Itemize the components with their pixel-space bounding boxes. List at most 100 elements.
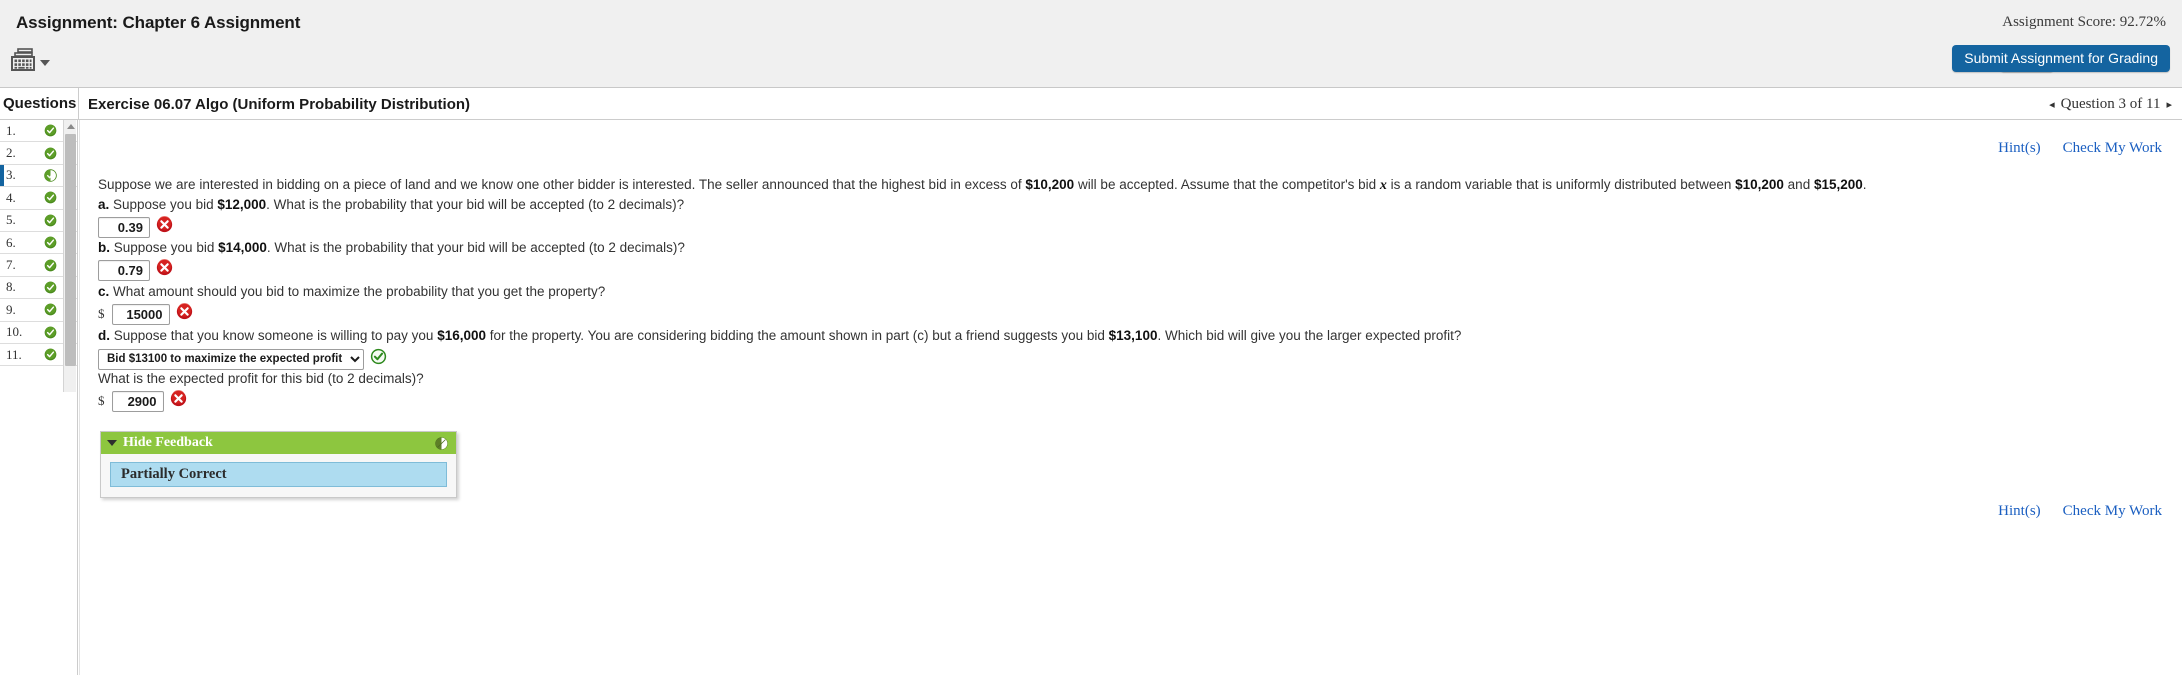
part-d-text-1: Suppose that you know someone is willing…	[110, 328, 438, 343]
correct-status-icon	[40, 147, 60, 160]
part-a-input[interactable]	[98, 216, 150, 238]
part-d-label: d.	[98, 328, 110, 343]
check-my-work-link-bottom[interactable]: Check My Work	[2063, 503, 2162, 520]
body: 1. 2. 3. 4. 5. 6. 7. 8. 9. 10. 11. Hint(s) Check M…	[0, 120, 2182, 675]
check-my-work-link-top[interactable]: Check My Work	[2063, 140, 2162, 157]
part-d-followup-prompt: What is the expected profit for this bid…	[98, 371, 424, 386]
question-number: 9.	[6, 301, 16, 317]
assignment-title: Assignment: Chapter 6 Assignment	[16, 13, 301, 32]
problem-statement-text-3: is a random variable that is uniformly d…	[1386, 177, 1736, 192]
part-a-label: a.	[98, 197, 110, 212]
correct-status-icon	[40, 281, 60, 294]
incorrect-icon-c	[176, 303, 193, 325]
scroll-up-icon[interactable]	[66, 124, 75, 129]
feedback-status-banner: Partially Correct	[110, 462, 447, 487]
part-c-label: c.	[98, 284, 110, 299]
problem-statement-text-5: .	[1862, 177, 1867, 192]
previous-question-arrow[interactable]: ◂	[2049, 98, 2055, 111]
correct-status-icon	[40, 348, 60, 361]
part-a-amount: $12,000	[217, 197, 267, 212]
part-a-text-1: Suppose you bid	[109, 197, 218, 212]
part-c-dollar-sign: $	[98, 306, 105, 321]
question-number: 5.	[6, 212, 16, 228]
hide-feedback-toggle[interactable]: Hide Feedback	[101, 432, 456, 454]
random-variable-symbol: x	[1379, 178, 1387, 193]
problem-statement-text-1: Suppose we are interested in bidding on …	[98, 177, 1026, 192]
chevron-down-icon	[40, 59, 50, 66]
part-a-prompt: a. Suppose you bid $12,000. What is the …	[98, 197, 684, 212]
collapse-caret-icon	[107, 440, 117, 446]
part-d-followup-answer-row: $	[98, 390, 187, 412]
feedback-panel: Hide Feedback Partially Correct	[100, 431, 457, 498]
question-number: 8.	[6, 279, 16, 295]
sidebar-scrollbar[interactable]	[63, 120, 76, 392]
part-b-text-2: . What is the probability that your bid …	[266, 240, 685, 255]
exercise-bar: Questions Exercise 06.07 Algo (Uniform P…	[0, 88, 2182, 120]
questions-column-header: Questions	[3, 95, 77, 112]
question-number: 2.	[6, 145, 16, 161]
top-links-row: Hint(s) Check My Work	[1998, 140, 2162, 157]
hints-link-top[interactable]: Hint(s)	[1998, 140, 2041, 157]
bottom-links-row: Hint(s) Check My Work	[1998, 503, 2162, 520]
problem-statement-text-2: will be accepted. Assume that the compet…	[1074, 177, 1380, 192]
question-number: 1.	[6, 122, 16, 138]
feedback-body: Partially Correct	[101, 454, 456, 497]
top-bar: Assignment: Chapter 6 Assignment Assignm…	[0, 0, 2182, 88]
part-c-input[interactable]	[111, 303, 170, 325]
correct-status-icon	[40, 214, 60, 227]
partial-status-icon	[40, 169, 60, 182]
question-navigation: ◂ Question 3 of 11 ▸	[2049, 96, 2172, 113]
question-number: 6.	[6, 234, 16, 250]
exercise-bar-divider	[78, 88, 79, 119]
part-b-amount: $14,000	[218, 240, 267, 255]
part-b-input[interactable]	[98, 259, 150, 281]
part-c-answer-row: $	[98, 303, 193, 325]
incorrect-icon-b	[156, 259, 173, 281]
correct-status-icon	[40, 259, 60, 272]
problem-min-bid: $10,200	[1025, 177, 1075, 192]
calculator-tool-menu[interactable]	[10, 48, 50, 77]
correct-icon-d	[370, 348, 387, 370]
correct-status-icon	[40, 124, 60, 137]
next-question-arrow[interactable]: ▸	[2166, 98, 2172, 111]
problem-dist-lower: $10,200	[1735, 177, 1784, 192]
partial-circle-icon	[435, 437, 448, 455]
part-a-text-2: . What is the probability that your bid …	[266, 197, 685, 212]
question-number: 7.	[6, 257, 16, 273]
part-d-profit-input[interactable]	[111, 390, 164, 412]
questions-sidebar: 1. 2. 3. 4. 5. 6. 7. 8. 9. 10. 11.	[0, 120, 78, 675]
problem-statement: Suppose we are interested in bidding on …	[98, 177, 1867, 194]
correct-status-icon	[40, 236, 60, 249]
question-counter: Question 3 of 11	[2060, 96, 2161, 112]
part-d-bid-select[interactable]: Bid $13100 to maximize the expected prof…	[98, 348, 364, 370]
question-number: 11.	[6, 346, 22, 362]
keyboard-calculator-icon	[10, 48, 38, 77]
question-number: 10.	[6, 324, 23, 340]
question-content: Hint(s) Check My Work Suppose we are int…	[79, 120, 2182, 675]
part-d-amount-2: $13,100	[1108, 328, 1158, 343]
assignment-score: Assignment Score: 92.72%	[2002, 14, 2166, 30]
question-number: 3.	[6, 167, 16, 183]
correct-status-icon	[40, 303, 60, 316]
part-c-text-1: What amount should you bid to maximize t…	[109, 284, 606, 299]
scrollbar-thumb[interactable]	[65, 134, 76, 366]
part-a-answer-row	[98, 216, 173, 238]
submit-assignment-button[interactable]: Submit Assignment for Grading	[1952, 45, 2170, 72]
question-number: 4.	[6, 189, 16, 205]
part-d-dollar-sign: $	[98, 393, 105, 408]
correct-status-icon	[40, 191, 60, 204]
part-d-select-row: Bid $13100 to maximize the expected prof…	[98, 348, 387, 370]
part-d-text-2: for the property. You are considering bi…	[486, 328, 1109, 343]
feedback-toggle-label: Hide Feedback	[123, 435, 213, 450]
correct-status-icon	[40, 326, 60, 339]
part-d-text-3: . Which bid will give you the larger exp…	[1157, 328, 1462, 343]
hints-link-bottom[interactable]: Hint(s)	[1998, 503, 2041, 520]
part-b-label: b.	[98, 240, 110, 255]
exercise-title: Exercise 06.07 Algo (Uniform Probability…	[88, 96, 471, 113]
incorrect-icon-d-followup	[170, 390, 187, 412]
problem-dist-upper: $15,200	[1813, 177, 1863, 192]
incorrect-icon-a	[156, 216, 173, 238]
problem-statement-text-4: and	[1783, 177, 1814, 192]
part-c-prompt: c. What amount should you bid to maximiz…	[98, 284, 605, 299]
part-b-text-1: Suppose you bid	[110, 240, 219, 255]
